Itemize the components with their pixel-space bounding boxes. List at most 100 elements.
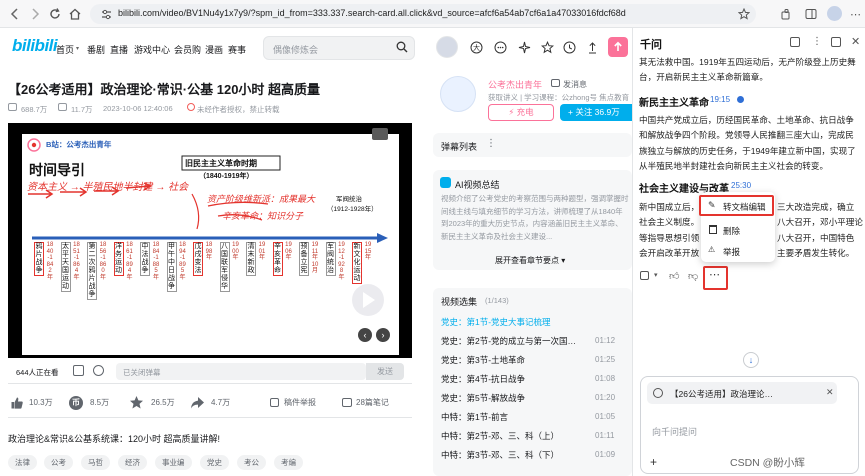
vip-icon[interactable]: 大 [470, 41, 483, 54]
tag-item[interactable]: 法律 [8, 455, 37, 470]
expand-summary-button[interactable]: 展开查看章节要点 ▾ [495, 255, 565, 266]
nav-home[interactable]: 首页 [56, 43, 74, 56]
thumbs-down-icon[interactable]: 👎︎ [688, 270, 698, 282]
send-message-button[interactable]: 发消息 [563, 79, 587, 90]
sidebar-icon[interactable] [805, 8, 817, 20]
new-chat-icon[interactable] [790, 37, 800, 47]
nav-anime[interactable]: 番剧 [87, 43, 105, 56]
playlist-item[interactable]: 党史：第5节-解放战争 [441, 392, 525, 404]
forward-icon[interactable] [28, 7, 42, 21]
back-icon[interactable] [8, 7, 22, 21]
next-arrow-icon[interactable]: › [376, 328, 390, 342]
playlist-item[interactable]: 党史：第4节-抗日战争 [441, 373, 525, 385]
uploader-avatar[interactable] [440, 76, 476, 112]
tag-item[interactable]: 考编 [274, 455, 303, 470]
menu-item-convert-doc[interactable]: 转文档编辑 [723, 201, 766, 213]
timeline-event: 戊戌变法 [193, 242, 203, 276]
share-icon[interactable] [190, 396, 205, 410]
bilibili-logo[interactable]: bilibili [12, 36, 58, 56]
chat-input[interactable]: 向千问提问 [652, 425, 697, 438]
playlist-item[interactable]: 中特：第3节-邓、三、科（下） [441, 449, 559, 461]
feedback-icon[interactable] [831, 37, 841, 47]
history-icon[interactable] [563, 41, 576, 54]
scroll-down-button[interactable]: ↓ [743, 352, 759, 368]
site-info-icon[interactable] [101, 9, 112, 20]
notes-icon[interactable] [342, 398, 352, 407]
playlist-item[interactable]: 党史：第3节-土地革命 [441, 354, 525, 366]
nav-vip-shop[interactable]: 会员购 [174, 43, 201, 56]
timeline-year: 1856-1860年 [99, 242, 107, 281]
dynamic-icon[interactable] [518, 41, 531, 54]
nav-game-center[interactable]: 游戏中心 [134, 43, 170, 56]
chat-line: 新中国成立后， [639, 202, 700, 212]
add-icon[interactable]: + [650, 455, 657, 469]
tag-item[interactable]: 公考 [44, 455, 73, 470]
danmaku-settings-icon[interactable] [93, 365, 104, 376]
message-icon[interactable] [494, 41, 507, 54]
tag-item[interactable]: 事业编 [155, 455, 192, 470]
remove-attachment-icon[interactable]: ✕ [826, 387, 834, 398]
uploader-name[interactable]: 公考杰出青年 [488, 78, 542, 91]
copy-icon[interactable] [640, 271, 649, 280]
bookmark-star-icon[interactable] [738, 8, 750, 20]
tag-item[interactable]: 考公 [237, 455, 266, 470]
tag-item[interactable]: 党史 [200, 455, 229, 470]
timeline-event: 军阀统治 [325, 242, 336, 276]
send-button[interactable]: 发送 [366, 363, 404, 380]
upload-button[interactable] [608, 37, 628, 57]
timestamp-link[interactable]: 19:15 [710, 95, 730, 104]
nav-live[interactable]: 直播 [110, 43, 128, 56]
more-options-icon[interactable]: ⋮ [486, 138, 496, 149]
menu-item-report[interactable]: 举报 [723, 246, 740, 258]
playlist-item[interactable]: 党史：第1节-党史大事记梳理 [441, 316, 551, 328]
danmaku-toggle-icon[interactable] [73, 365, 84, 376]
playlist-item[interactable]: 中特：第1节-前言 [441, 411, 508, 423]
charge-button[interactable]: ⚡ 充电 [488, 104, 554, 121]
home-icon[interactable] [68, 7, 82, 21]
timestamp-link[interactable]: 25:30 [731, 181, 751, 190]
report-icon[interactable] [270, 398, 279, 407]
search-input[interactable]: 偶像修炼会 [273, 43, 318, 56]
window-close-overlay[interactable] [372, 128, 388, 140]
expand-label: 展开查看章节要点 [495, 256, 559, 265]
more-actions-icon[interactable]: ⋯ [709, 268, 720, 281]
search-icon[interactable] [396, 41, 408, 53]
playlist-item[interactable]: 党史：第2节-党的成立与第一次国… [441, 335, 576, 347]
slide-handwriting-2: 资产阶级维新派：成果最大 [207, 194, 316, 204]
danmaku-count: 11.7万 [71, 105, 93, 114]
charge-label: 充电 [516, 107, 534, 117]
follow-button[interactable]: + 关注 36.9万 [560, 104, 632, 121]
prev-arrow-icon[interactable]: ‹ [358, 328, 372, 342]
reload-icon[interactable] [48, 7, 62, 21]
like-icon[interactable] [10, 396, 24, 410]
nav-esports[interactable]: 赛事 [228, 43, 246, 56]
report-button[interactable]: 稿件举报 [284, 397, 316, 408]
tag-item[interactable]: 经济 [118, 455, 147, 470]
thumbs-up-icon[interactable]: 👍︎ [669, 270, 679, 282]
chevron-down-icon[interactable]: ▾ [654, 271, 658, 279]
playlist-count: (1/143) [485, 296, 509, 305]
favorite-star-icon[interactable] [129, 395, 144, 410]
playlist-item-duration: 01:25 [595, 355, 616, 364]
playlist-item[interactable]: 中特：第2节-邓、三、科（上） [441, 430, 559, 442]
notes-button[interactable]: 28篇笔记 [356, 397, 389, 408]
more-menu-icon[interactable]: ⋯ [850, 8, 861, 21]
extensions-icon[interactable] [780, 8, 792, 20]
coin-icon[interactable]: 币 [69, 396, 83, 410]
svg-text:大: 大 [473, 43, 480, 52]
danmaku-input[interactable]: 已关闭弹幕 [123, 367, 161, 378]
profile-avatar[interactable] [827, 6, 842, 21]
charge-icon: ⚡ [508, 107, 515, 117]
play-timestamp-icon[interactable] [737, 96, 744, 103]
close-icon[interactable]: ✕ [851, 35, 860, 48]
favorites-icon[interactable] [541, 41, 554, 54]
nav-manga[interactable]: 漫画 [205, 43, 223, 56]
tag-item[interactable]: 马哲 [81, 455, 110, 470]
user-avatar[interactable] [436, 36, 458, 58]
url-text[interactable]: bilibili.com/video/BV1Nu4y1x7y9/?spm_id_… [118, 8, 626, 18]
more-options-icon[interactable]: ⋮ [812, 36, 822, 47]
creation-center-icon[interactable] [586, 41, 599, 54]
timeline-event: 太平天国运动 [60, 242, 71, 292]
menu-item-delete[interactable]: 删除 [723, 225, 740, 237]
chat-paragraph-left: 新中国成立后， 社会主义制度。 等指导思想引领 会开启改革开放 [639, 200, 703, 262]
